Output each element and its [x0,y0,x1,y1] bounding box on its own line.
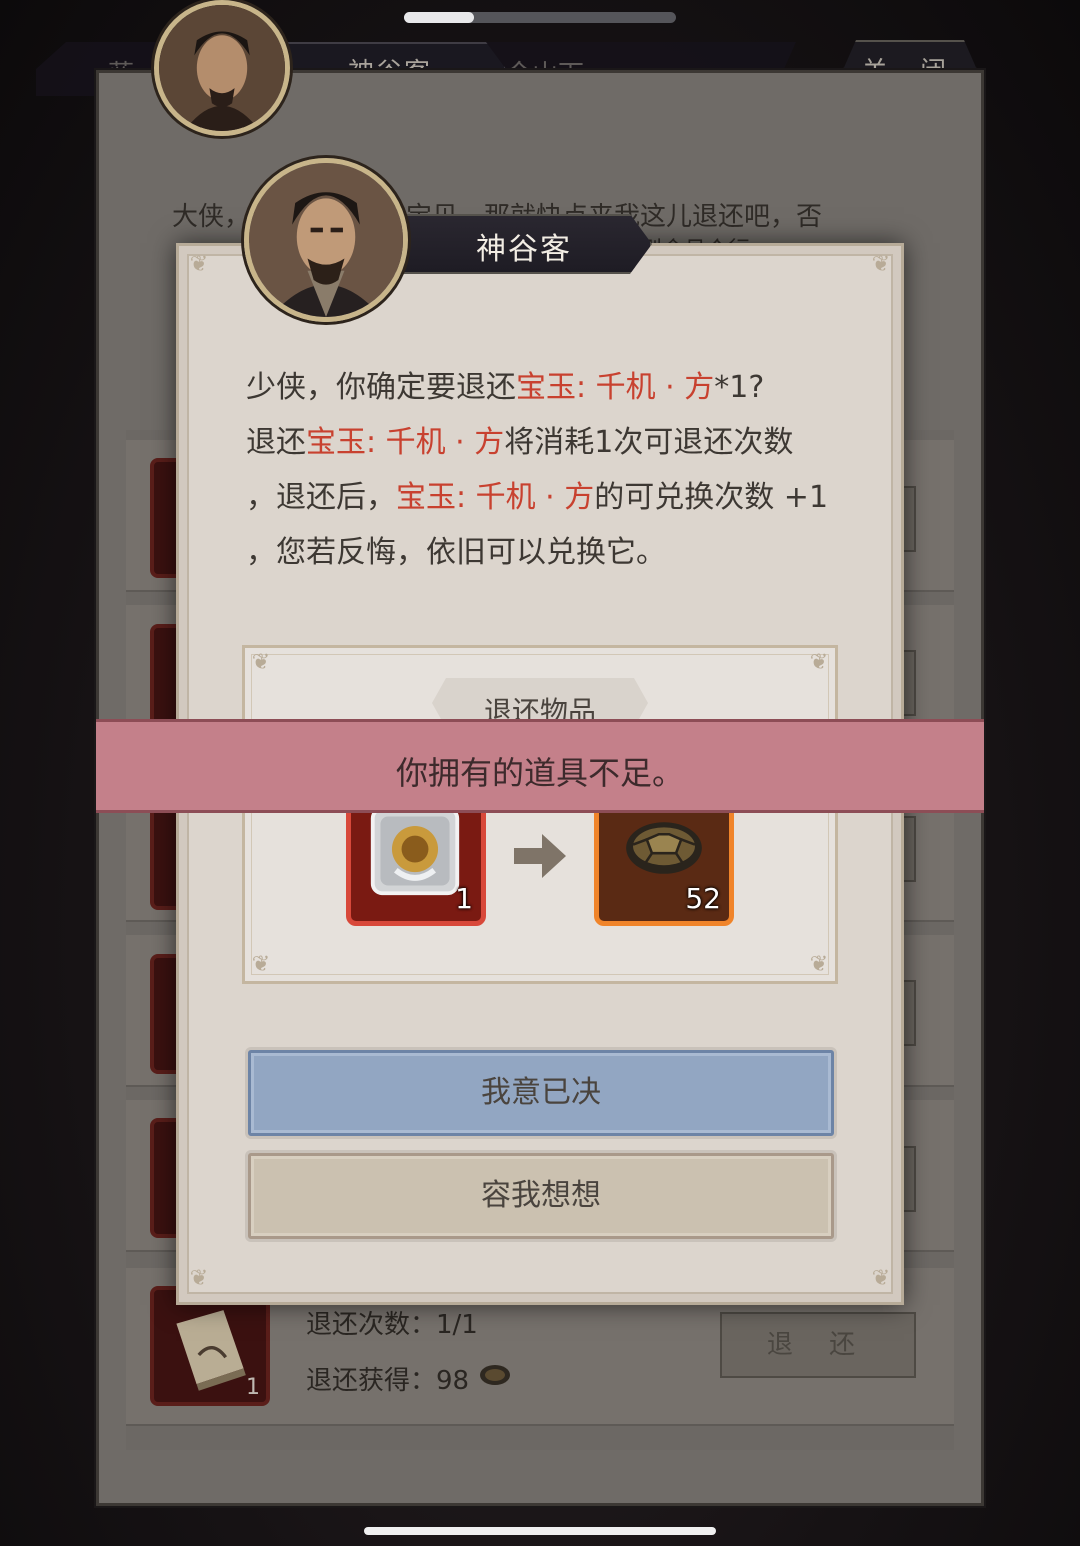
npc-name: 神谷客 [476,232,572,267]
message-line-2: 退还宝玉: 千机 · 方将消耗1次可退还次数 [246,425,794,460]
item-name-highlight: 宝玉: 千机 · 方 [306,425,505,460]
item-qty: 52 [685,882,721,915]
item-name-highlight: 宝玉: 千机 · 方 [516,370,715,405]
npc-face-icon [159,5,285,131]
return-reward-label: 退还获得：98 [306,1366,470,1396]
return-count-label: 退还次数：1/1 [306,1310,478,1340]
message-line-4: ，您若反悔，依旧可以兑换它。 [246,535,666,570]
jade-icon [370,806,460,896]
item-qty: 1 [455,882,473,915]
toast-message: 你拥有的道具不足。 [395,754,684,792]
corner-ornament-icon: ❦ [251,952,271,977]
message-line-1: 少侠，你确定要退还宝玉: 千机 · 方*1? [246,370,765,405]
npc-portrait [244,158,408,322]
item-qty: 1 [246,1375,260,1400]
arrow-right-icon [512,832,568,880]
corner-ornament-icon: ❦ [871,1266,891,1291]
top-indicator [404,12,676,23]
corner-ornament-icon: ❦ [809,952,829,977]
turtle-shell-icon [626,822,702,874]
dialog-message: 少侠，你确定要退还宝玉: 千机 · 方*1? 退还宝玉: 千机 · 方将消耗1次… [246,360,866,580]
npc-portrait-small [154,0,290,136]
corner-ornament-icon: ❦ [251,650,271,675]
cancel-button[interactable]: 容我想想 [248,1153,834,1239]
corner-ornament-icon: ❦ [189,252,209,277]
confirm-button[interactable]: 我意已决 [248,1050,834,1136]
return-button[interactable]: 退 还 [720,1312,916,1378]
corner-ornament-icon: ❦ [809,650,829,675]
turtle-shell-icon [478,1362,512,1388]
message-line-3: ，退还后，宝玉: 千机 · 方的可兑换次数 +1 [246,480,829,515]
corner-ornament-icon: ❦ [189,1266,209,1291]
item-name-highlight: 宝玉: 千机 · 方 [396,480,595,515]
npc-face-icon [249,163,403,317]
corner-ornament-icon: ❦ [871,252,891,277]
home-indicator[interactable] [364,1527,716,1535]
